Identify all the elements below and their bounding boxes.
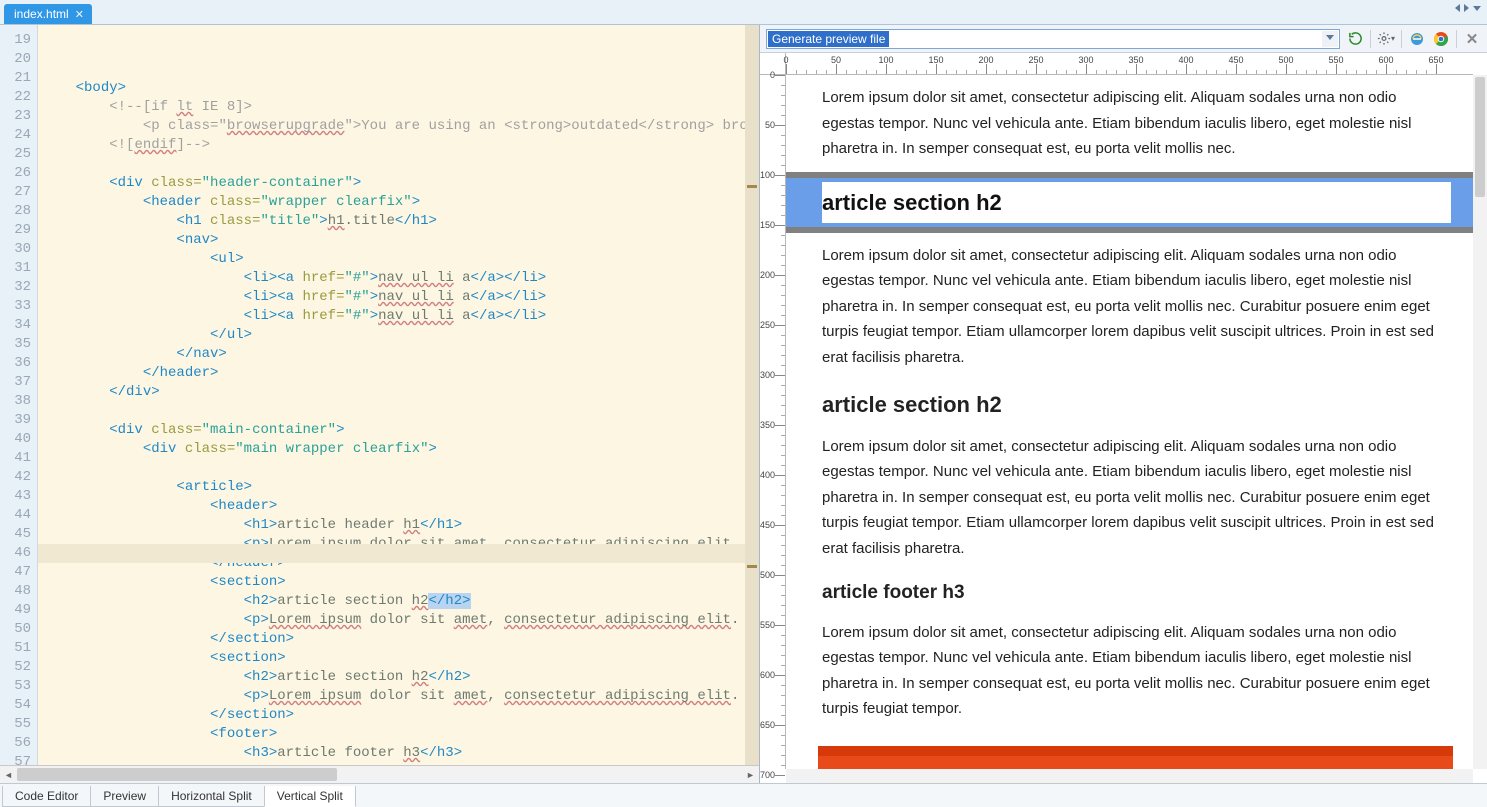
preview-viewport[interactable]: Lorem ipsum dolor sit amet, consectetur … bbox=[786, 75, 1473, 769]
heading-h2: article section h2 bbox=[822, 386, 1453, 423]
editor-body[interactable]: 1920212223242526272829303132333435363738… bbox=[0, 25, 759, 765]
editor-hscrollbar[interactable]: ◄ ► bbox=[0, 765, 759, 783]
preview-toolbar: Generate preview file ▾ ✕ bbox=[760, 25, 1487, 53]
line-gutter: 1920212223242526272829303132333435363738… bbox=[0, 25, 38, 765]
code-line[interactable]: <footer> bbox=[42, 725, 759, 744]
hscroll-thumb[interactable] bbox=[17, 768, 337, 781]
aside-block: aside bbox=[818, 746, 1453, 769]
code-line[interactable]: <h1 class="title">h1.title</h1> bbox=[42, 212, 759, 231]
ruler-horizontal: 050100150200250300350400450500550600650 bbox=[786, 53, 1473, 75]
code-line[interactable]: </nav> bbox=[42, 345, 759, 364]
code-line[interactable]: <header class="wrapper clearfix"> bbox=[42, 193, 759, 212]
tab-menu-icon[interactable] bbox=[1473, 6, 1481, 15]
code-line[interactable]: <h2>article section h2</h2> bbox=[42, 592, 759, 611]
file-tabbar: index.html ✕ bbox=[0, 0, 1487, 24]
vscroll-thumb[interactable] bbox=[1475, 77, 1485, 197]
paragraph: Lorem ipsum dolor sit amet, consectetur … bbox=[822, 243, 1453, 371]
code-editor-pane: 1920212223242526272829303132333435363738… bbox=[0, 25, 760, 783]
code-line[interactable]: <h3>article footer h3</h3> bbox=[42, 744, 759, 763]
view-tab-horizontal-split[interactable]: Horizontal Split bbox=[158, 786, 265, 807]
selected-element-highlight: article section h2 bbox=[786, 172, 1473, 233]
code-line[interactable]: <nav> bbox=[42, 231, 759, 250]
preview-file-combo[interactable]: Generate preview file bbox=[766, 29, 1340, 49]
code-line[interactable]: <h2>article section h2</h2> bbox=[42, 668, 759, 687]
chrome-browser-icon[interactable] bbox=[1432, 30, 1450, 48]
heading-h2-selected: article section h2 bbox=[822, 182, 1451, 223]
toolbar-separator bbox=[1370, 30, 1371, 48]
file-tab-label: index.html bbox=[14, 7, 69, 21]
code-line[interactable]: </section> bbox=[42, 706, 759, 725]
code-line[interactable]: <section> bbox=[42, 649, 759, 668]
code-line[interactable]: <ul> bbox=[42, 250, 759, 269]
code-line[interactable]: <h1>article header h1</h1> bbox=[42, 516, 759, 535]
scroll-right-icon[interactable]: ► bbox=[742, 766, 759, 783]
file-tab-index-html[interactable]: index.html ✕ bbox=[4, 4, 92, 24]
code-line[interactable]: </div> bbox=[42, 383, 759, 402]
heading-h3: article footer h3 bbox=[822, 577, 1453, 609]
main-split: 1920212223242526272829303132333435363738… bbox=[0, 24, 1487, 783]
ruler-vertical: 0501001502002503003504004505005506006507… bbox=[760, 75, 786, 769]
close-icon[interactable]: ✕ bbox=[75, 8, 84, 21]
code-line[interactable]: <p class="browserupgrade">You are using … bbox=[42, 117, 759, 136]
paragraph: Lorem ipsum dolor sit amet, consectetur … bbox=[822, 434, 1453, 562]
code-line[interactable]: <section> bbox=[42, 573, 759, 592]
code-line[interactable]: <p>Lorem ipsum dolor sit amet, consectet… bbox=[42, 687, 759, 706]
code-line[interactable]: <body> bbox=[42, 79, 759, 98]
code-line[interactable]: <li><a href="#">nav ul li a</a></li> bbox=[42, 269, 759, 288]
toolbar-separator bbox=[1456, 30, 1457, 48]
code-line[interactable] bbox=[42, 402, 759, 421]
code-line[interactable]: <div class="main wrapper clearfix"> bbox=[42, 440, 759, 459]
view-mode-tabs: Code EditorPreviewHorizontal SplitVertic… bbox=[0, 783, 1487, 807]
code-area[interactable]: <body> <!--[if lt IE 8]> <p class="brows… bbox=[38, 25, 759, 765]
paragraph: Lorem ipsum dolor sit amet, consectetur … bbox=[822, 620, 1453, 722]
preview-vscrollbar[interactable] bbox=[1473, 75, 1487, 769]
scroll-left-icon[interactable]: ◄ bbox=[0, 766, 17, 783]
code-line[interactable]: </ul> bbox=[42, 326, 759, 345]
refresh-icon[interactable] bbox=[1346, 30, 1364, 48]
preview-hscrollbar[interactable] bbox=[786, 769, 1473, 783]
close-preview-icon[interactable]: ✕ bbox=[1463, 30, 1481, 48]
preview-pane: Generate preview file ▾ ✕ 0501001 bbox=[760, 25, 1487, 783]
code-line[interactable]: </header> bbox=[42, 364, 759, 383]
code-line[interactable] bbox=[42, 155, 759, 174]
preview-body: 050100150200250300350400450500550600650 … bbox=[760, 53, 1487, 783]
toolbar-separator bbox=[1401, 30, 1402, 48]
tab-next-icon[interactable] bbox=[1464, 4, 1469, 12]
code-line[interactable]: <li><a href="#">nav ul li a</a></li> bbox=[42, 307, 759, 326]
tabbar-controls bbox=[1455, 4, 1481, 15]
ie-browser-icon[interactable] bbox=[1408, 30, 1426, 48]
view-tab-vertical-split[interactable]: Vertical Split bbox=[264, 786, 356, 807]
overview-ruler[interactable] bbox=[745, 25, 759, 765]
code-line[interactable]: <!--[if lt IE 8]> bbox=[42, 98, 759, 117]
code-line[interactable]: <header> bbox=[42, 497, 759, 516]
code-line[interactable]: <li><a href="#">nav ul li a</a></li> bbox=[42, 288, 759, 307]
code-line[interactable]: <div class="main-container"> bbox=[42, 421, 759, 440]
hscroll-track[interactable] bbox=[17, 766, 742, 783]
gear-icon[interactable]: ▾ bbox=[1377, 30, 1395, 48]
combo-selected-text: Generate preview file bbox=[768, 31, 889, 47]
rendered-page: Lorem ipsum dolor sit amet, consectetur … bbox=[786, 85, 1473, 769]
view-tab-code-editor[interactable]: Code Editor bbox=[2, 786, 91, 807]
paragraph: Lorem ipsum dolor sit amet, consectetur … bbox=[822, 85, 1453, 162]
view-tab-preview[interactable]: Preview bbox=[90, 786, 159, 807]
code-line[interactable]: <p>Lorem ipsum dolor sit amet, consectet… bbox=[42, 763, 759, 765]
code-line[interactable]: <div class="header-container"> bbox=[42, 174, 759, 193]
code-line[interactable] bbox=[42, 459, 759, 478]
code-line[interactable]: <article> bbox=[42, 478, 759, 497]
code-line[interactable]: <![endif]--> bbox=[42, 136, 759, 155]
tab-prev-icon[interactable] bbox=[1455, 4, 1460, 12]
code-line[interactable]: <p>Lorem ipsum dolor sit amet, consectet… bbox=[42, 611, 759, 630]
code-line[interactable]: </section> bbox=[42, 630, 759, 649]
chevron-down-icon[interactable] bbox=[1322, 31, 1338, 47]
